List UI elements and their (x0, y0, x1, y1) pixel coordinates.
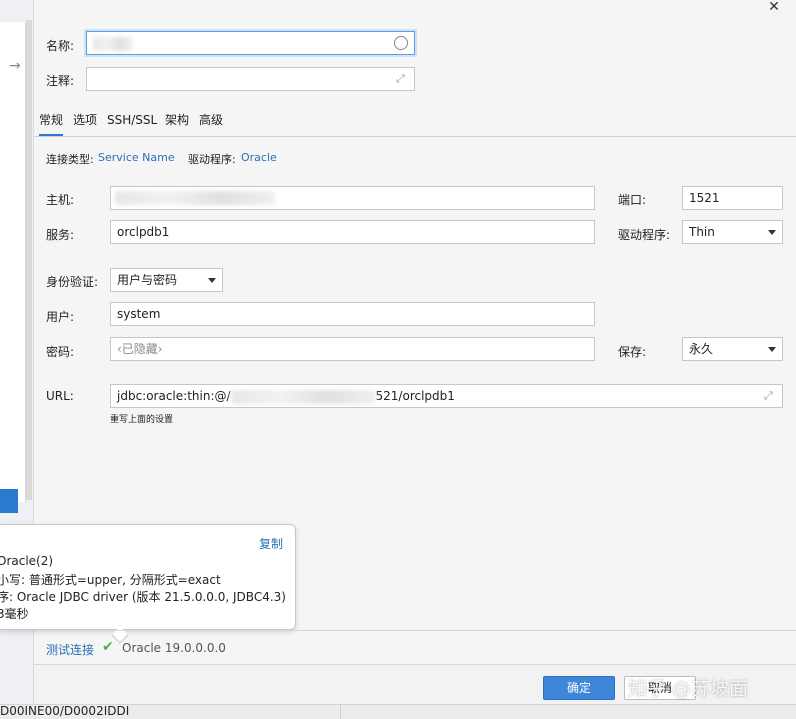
host-label: 主机: (46, 193, 75, 207)
test-connection-link[interactable]: 测试连接 (46, 641, 94, 658)
auth-label: 身份验证: (46, 275, 99, 289)
footer-divider (34, 630, 796, 631)
close-icon[interactable]: ✕ (766, 0, 782, 16)
underlying-window-separator (340, 704, 341, 719)
url-hint: 重写上面的设置 (110, 415, 174, 425)
name-input[interactable] (86, 31, 415, 55)
tooltip-line-driver: 序: Oracle JDBC driver (版本 21.5.0.0.0, JD… (0, 590, 286, 604)
watermark: 知乎 @苏坡面 (628, 678, 749, 700)
driver-type-select[interactable]: Thin (682, 220, 783, 244)
connection-info-tooltip: 复制 Oracle(2) 小写: 普通形式=upper, 分隔形式=exact … (0, 524, 296, 630)
tooltip-line-case: 小写: 普通形式=upper, 分隔形式=exact (0, 573, 221, 587)
url-prefix: jdbc:oracle:thin:@/ (117, 389, 231, 403)
port-input[interactable]: 1521 (682, 186, 783, 210)
left-selected-item[interactable] (0, 489, 18, 513)
tab-ssh-ssl[interactable]: SSH/SSL (107, 112, 157, 136)
comment-label: 注释: (46, 74, 75, 88)
redacted-name (93, 36, 133, 51)
port-label: 端口: (618, 193, 647, 207)
auth-select[interactable]: 用户与密码 (110, 268, 223, 292)
underlying-window-text: D00INE00/D0002IDDI (0, 704, 130, 718)
tooltip-line-time: 3毫秒 (0, 607, 29, 621)
tab-advanced[interactable]: 高级 (199, 112, 223, 136)
tooltip-line-product: Oracle(2) (0, 554, 54, 568)
comment-input[interactable]: ⤢ (86, 67, 415, 91)
connection-type-link[interactable]: Service Name (98, 151, 175, 164)
chevron-down-icon (768, 347, 776, 352)
tab-options[interactable]: 选项 (73, 112, 97, 136)
chevron-down-icon (768, 230, 776, 235)
expand-icon[interactable]: ⤢ (764, 390, 776, 402)
check-icon: ✔ (102, 639, 114, 655)
driver-type-value: Thin (689, 225, 715, 239)
chevron-down-icon (208, 278, 216, 283)
expand-icon[interactable]: ⤢ (396, 73, 408, 85)
driver-label: 驱动程序: (188, 153, 236, 166)
name-label: 名称: (46, 39, 75, 53)
left-tree-panel (0, 22, 26, 502)
url-suffix: 521/orclpdb1 (375, 389, 455, 403)
color-circle-icon[interactable] (394, 36, 408, 50)
connection-type-label: 连接类型: (46, 153, 94, 166)
password-input[interactable]: ‹已隐藏› (110, 337, 595, 361)
redacted-host (115, 191, 275, 205)
ok-button[interactable]: 确定 (543, 676, 615, 700)
password-label: 密码: (46, 345, 75, 359)
host-input[interactable] (110, 186, 595, 210)
connection-status: Oracle 19.0.0.0.0 (122, 641, 226, 655)
service-input[interactable]: orclpdb1 (110, 220, 595, 244)
tabs-divider (34, 136, 796, 137)
top-strip (34, 0, 796, 22)
service-label: 服务: (46, 228, 75, 242)
user-input[interactable]: system (110, 302, 595, 326)
auth-value: 用户与密码 (117, 273, 178, 287)
user-label: 用户: (46, 310, 75, 324)
save-select[interactable]: 永久 (682, 337, 783, 361)
driver-link[interactable]: Oracle (241, 151, 277, 164)
save-value: 永久 (689, 342, 714, 356)
url-label: URL: (46, 389, 74, 403)
url-input[interactable]: jdbc:oracle:thin:@/ 521/orclpdb1 ⤢ (110, 384, 783, 408)
save-label: 保存: (618, 345, 647, 359)
driver-type-label: 驱动程序: (618, 228, 671, 242)
copy-link[interactable]: 复制 (259, 535, 283, 552)
password-placeholder: ‹已隐藏› (117, 342, 163, 356)
arrow-right-icon[interactable]: → (9, 58, 27, 74)
redacted-url-host (230, 389, 376, 404)
left-scrollbar[interactable] (26, 20, 32, 500)
tab-general[interactable]: 常规 (39, 112, 64, 136)
tab-schema[interactable]: 架构 (165, 112, 189, 136)
